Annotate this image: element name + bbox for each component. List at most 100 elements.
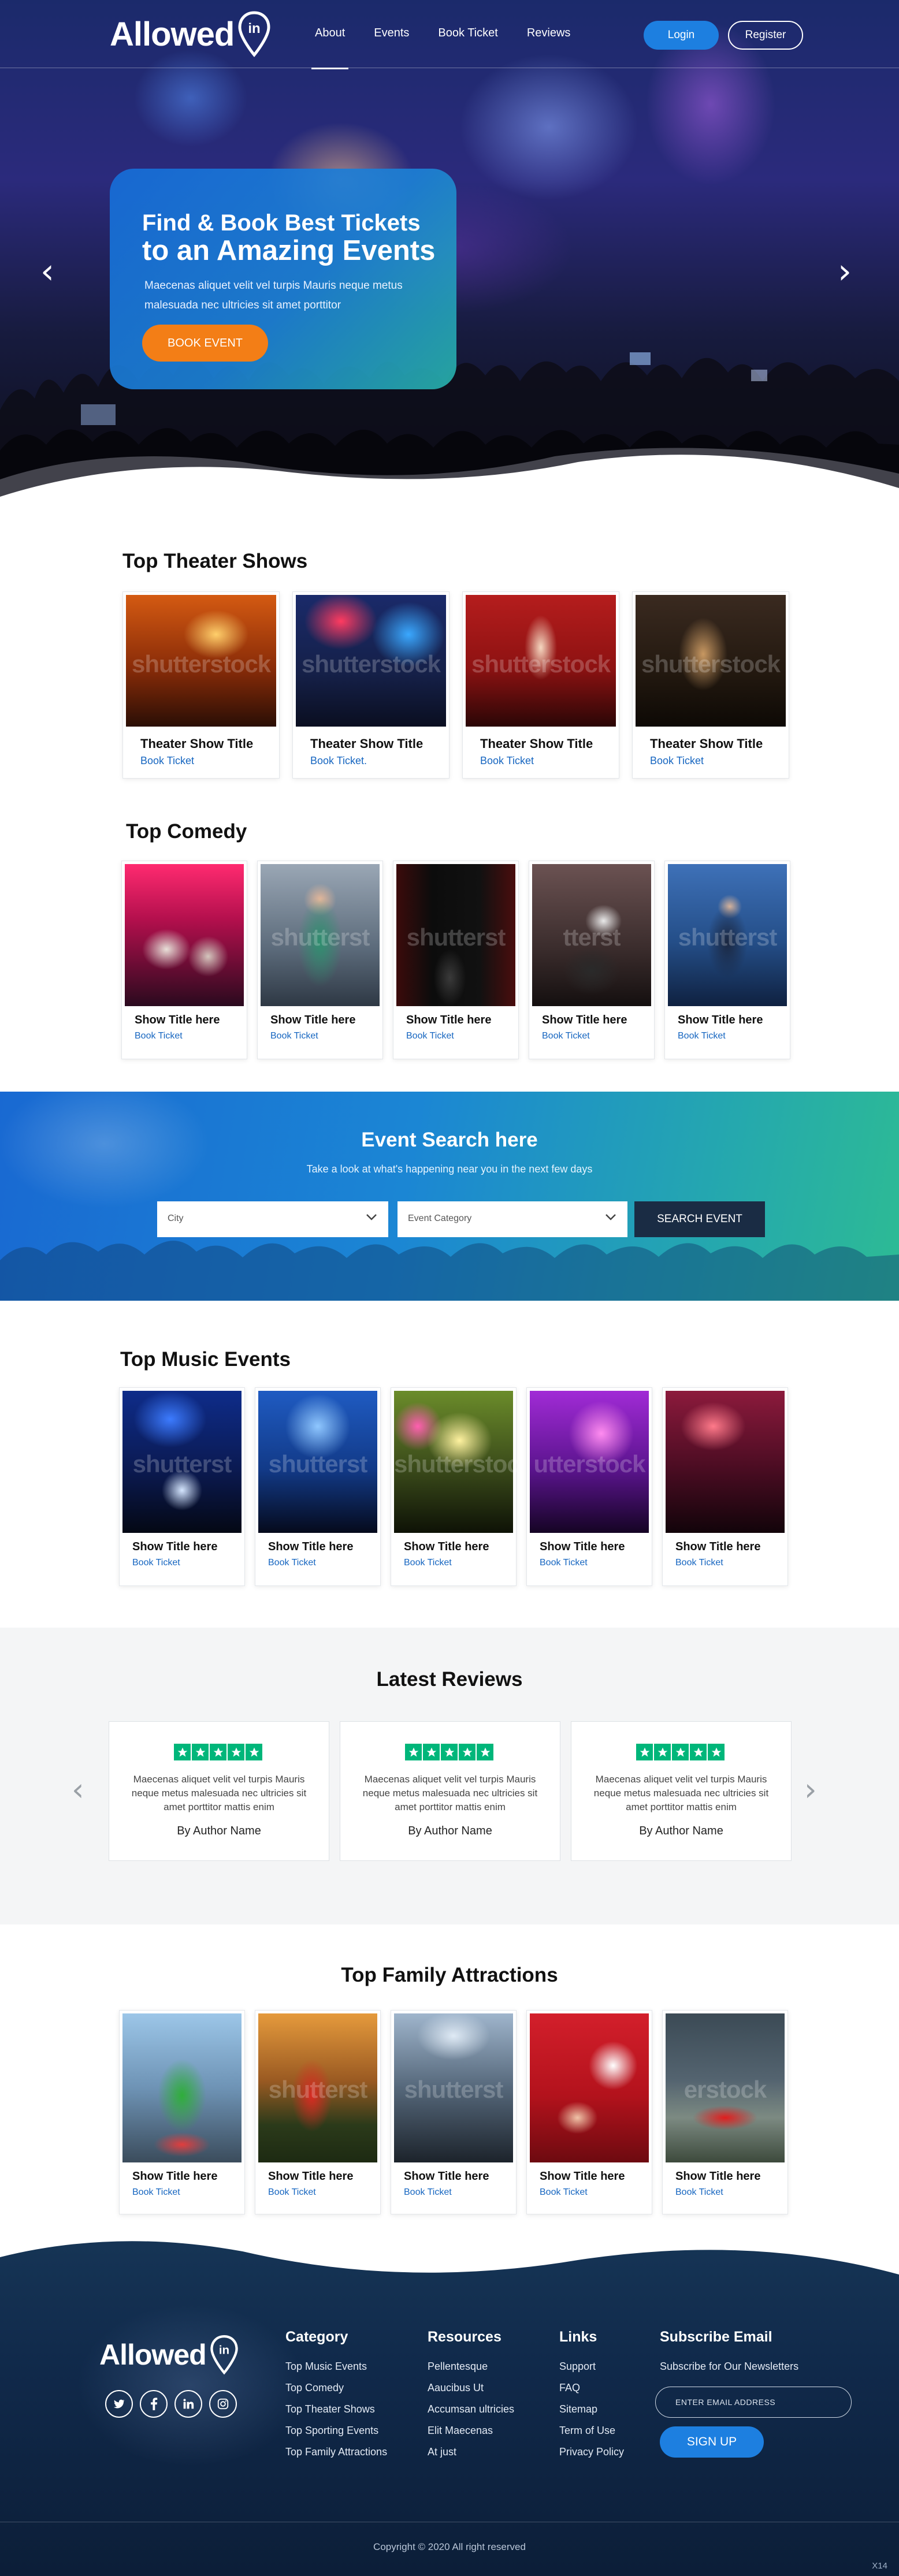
city-select-label: City	[168, 1213, 184, 1223]
book-ticket-link[interactable]: Book Ticket	[135, 1031, 183, 1041]
family-card[interactable]: shutterst Show Title here Book Ticket	[391, 2010, 517, 2214]
book-ticket-link[interactable]: Book Ticket.	[310, 755, 367, 767]
music-card[interactable]: Show Title here Book Ticket	[662, 1387, 788, 1586]
theater-card[interactable]: shutterstock Theater Show Title Book Tic…	[632, 591, 789, 779]
reviews-prev-icon[interactable]: ‹	[72, 1774, 84, 1806]
show-title: Show Title here	[675, 2170, 761, 2183]
family-card[interactable]: Show Title here Book Ticket	[119, 2010, 245, 2214]
footer-link[interactable]: Top Music Events	[285, 2361, 387, 2373]
family-card[interactable]: Show Title here Book Ticket	[526, 2010, 652, 2214]
nav-events[interactable]: Events	[374, 27, 409, 40]
book-ticket-link[interactable]: Book Ticket	[404, 1558, 452, 1568]
footer-column-heading: Category	[285, 2329, 348, 2345]
book-ticket-link[interactable]: Book Ticket	[268, 2187, 316, 2198]
star-icon	[174, 1744, 191, 1760]
hero-title: Find & Book Best Tickets to an Amazing E…	[142, 209, 435, 265]
theater-card[interactable]: shutterstock Theater Show Title Book Tic…	[292, 591, 450, 779]
book-ticket-link[interactable]: Book Ticket	[480, 755, 534, 767]
facebook-icon[interactable]	[140, 2390, 168, 2418]
search-title: Event Search here	[361, 1129, 538, 1151]
footer-link[interactable]: Term of Use	[559, 2425, 624, 2437]
music-card[interactable]: shutterst Show Title here Book Ticket	[119, 1387, 245, 1586]
nav-about[interactable]: About	[311, 27, 349, 69]
show-title: Show Title here	[132, 2170, 218, 2183]
footer-link[interactable]: Top Sporting Events	[285, 2425, 387, 2437]
book-ticket-link[interactable]: Book Ticket	[140, 755, 194, 767]
slider-prev-icon[interactable]: ‹	[40, 254, 54, 289]
family-card[interactable]: shutterst Show Title here Book Ticket	[255, 2010, 381, 2214]
sign-up-button[interactable]: SIGN UP	[660, 2426, 764, 2458]
book-ticket-link[interactable]: Book Ticket	[540, 2187, 588, 2198]
reviews-next-icon[interactable]: ›	[804, 1774, 817, 1806]
book-ticket-link[interactable]: Book Ticket	[675, 1558, 723, 1568]
book-event-button[interactable]: BOOK EVENT	[142, 325, 268, 362]
twitter-icon[interactable]	[105, 2390, 133, 2418]
book-ticket-link[interactable]: Book Ticket	[404, 2187, 452, 2198]
register-button[interactable]: Register	[728, 21, 803, 50]
brand-logo[interactable]: Allowed in	[110, 10, 271, 58]
music-card[interactable]: shutterstock Show Title here Book Ticket	[391, 1387, 533, 1586]
footer-brand-name: Allowed	[99, 2339, 207, 2371]
comedy-card[interactable]: shutterst Show Title here Book Ticket	[393, 861, 519, 1059]
book-ticket-link[interactable]: Book Ticket	[268, 1558, 316, 1568]
nav-reviews[interactable]: Reviews	[527, 27, 571, 40]
show-title: Show Title here	[270, 1014, 356, 1026]
email-field[interactable]: ENTER EMAIL ADDRESS	[655, 2387, 852, 2418]
book-ticket-link[interactable]: Book Ticket	[678, 1031, 726, 1041]
show-title: Show Title here	[132, 1540, 218, 1553]
book-ticket-link[interactable]: Book Ticket	[542, 1031, 590, 1041]
review-text: Maecenas aliquet velit vel turpis Mauris…	[362, 1774, 538, 1812]
city-select[interactable]: City	[157, 1201, 388, 1237]
slider-next-icon[interactable]: ›	[838, 254, 852, 289]
theater-image: shutterstock	[636, 595, 786, 727]
footer-logo[interactable]: Allowed in	[99, 2335, 239, 2375]
footer-link[interactable]: Pellentesque	[428, 2361, 514, 2373]
watermark-text: shutterst	[406, 924, 506, 951]
comedy-card[interactable]: shutterst Show Title here Book Ticket	[664, 861, 790, 1059]
footer-link[interactable]: Top Comedy	[285, 2382, 387, 2394]
family-card[interactable]: erstock Show Title here Book Ticket	[662, 2010, 788, 2214]
family-image: shutterst	[394, 2013, 513, 2162]
book-ticket-link[interactable]: Book Ticket	[650, 755, 704, 767]
comedy-card[interactable]: tterst Show Title here Book Ticket	[529, 861, 655, 1059]
music-card[interactable]: shutterst Show Title here Book Ticket	[255, 1387, 381, 1586]
location-pin-icon: in	[238, 11, 270, 57]
star-icon	[654, 1744, 671, 1760]
comedy-card[interactable]: Show Title here Book Ticket	[121, 861, 247, 1059]
book-ticket-link[interactable]: Book Ticket	[406, 1031, 454, 1041]
music-card[interactable]: utterstock Show Title here Book Ticket	[526, 1387, 652, 1586]
theater-card[interactable]: shutterstock Theater Show Title Book Tic…	[462, 591, 619, 779]
nav-book-ticket[interactable]: Book Ticket	[438, 27, 497, 40]
linkedin-icon[interactable]	[174, 2390, 202, 2418]
hero-banner: Allowed in About Events Book Ticket Revi…	[0, 0, 899, 514]
footer-link[interactable]: FAQ	[559, 2382, 624, 2394]
book-ticket-link[interactable]: Book Ticket	[540, 1558, 588, 1568]
comedy-card[interactable]: shutterst Show Title here Book Ticket	[257, 861, 383, 1059]
footer-link[interactable]: Top Family Attractions	[285, 2446, 387, 2458]
footer-pin-text: in	[219, 2343, 229, 2357]
footer-link[interactable]: Privacy Policy	[559, 2446, 624, 2458]
show-title: Show Title here	[542, 1014, 627, 1026]
event-category-select[interactable]: Event Category	[398, 1201, 627, 1237]
social-links	[105, 2390, 244, 2418]
book-ticket-link[interactable]: Book Ticket	[132, 2187, 180, 2198]
footer-link[interactable]: Elit Maecenas	[428, 2425, 514, 2437]
book-ticket-link[interactable]: Book Ticket	[270, 1031, 318, 1041]
review-card: Maecenas aliquet velit vel turpis Mauris…	[109, 1721, 329, 1861]
book-ticket-link[interactable]: Book Ticket	[132, 1558, 180, 1568]
footer-link[interactable]: Support	[559, 2361, 624, 2373]
search-event-button[interactable]: SEARCH EVENT	[634, 1201, 765, 1237]
review-card: Maecenas aliquet velit vel turpis Mauris…	[571, 1721, 792, 1861]
footer-link[interactable]: At just	[428, 2446, 514, 2458]
trustpilot-stars	[405, 1744, 495, 1760]
book-ticket-link[interactable]: Book Ticket	[675, 2187, 723, 2198]
show-title: Show Title here	[678, 1014, 763, 1026]
family-image: erstock	[666, 2013, 785, 2162]
footer-link[interactable]: Sitemap	[559, 2403, 624, 2415]
instagram-icon[interactable]	[209, 2390, 237, 2418]
footer-link[interactable]: Accumsan ultricies	[428, 2403, 514, 2415]
login-button[interactable]: Login	[644, 21, 719, 50]
footer-link[interactable]: Top Theater Shows	[285, 2403, 387, 2415]
theater-card[interactable]: shutterstock Theater Show Title Book Tic…	[122, 591, 280, 779]
footer-link[interactable]: Aaucibus Ut	[428, 2382, 514, 2394]
